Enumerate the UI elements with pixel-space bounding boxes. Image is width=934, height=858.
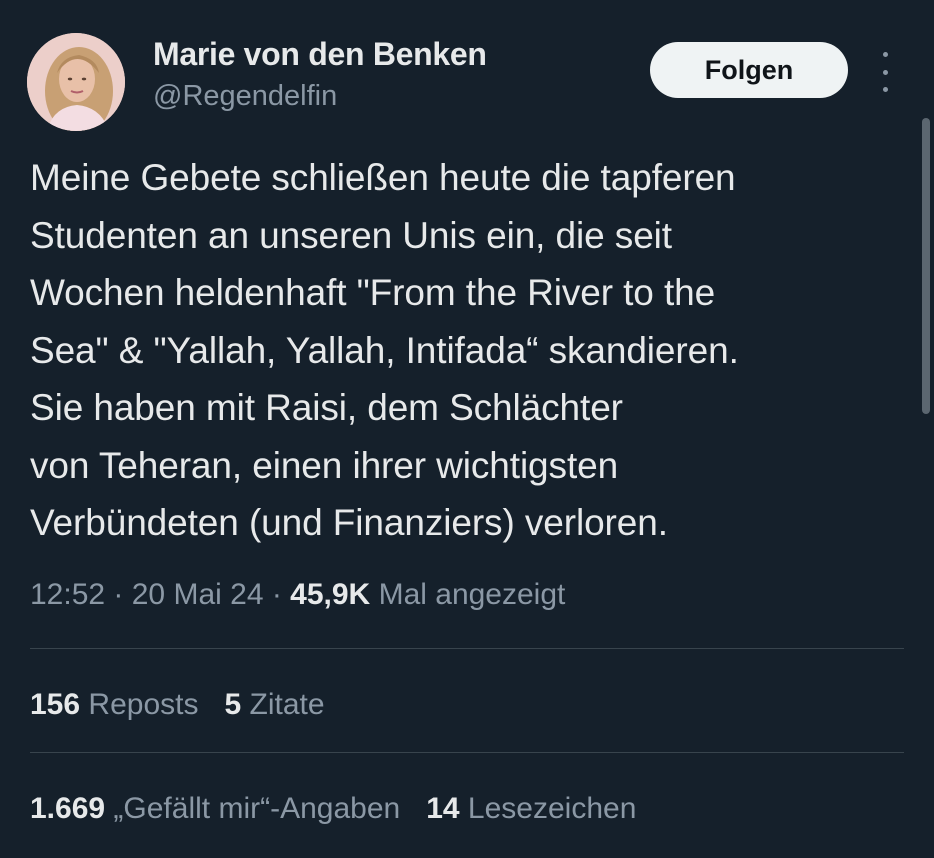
scrollbar[interactable] [922,118,930,414]
meta-separator: · [105,578,132,611]
tweet-date[interactable]: 20 Mai 24 [132,578,264,611]
more-dot [882,52,888,57]
bookmarks-link[interactable]: 14 Lesezeichen [426,792,636,825]
reposts-link[interactable]: 156 Reposts [30,688,198,721]
reposts-count: 156 [30,688,81,721]
divider [30,752,904,753]
quotes-link[interactable]: 5 Zitate [224,688,324,721]
author-display-name[interactable]: Marie von den Benken [153,36,487,73]
bookmarks-label: Lesezeichen [467,792,637,825]
like-stats: 1.669 „Gefällt mir“-Angaben 14 Lesezeiche… [30,792,636,826]
avatar-image [27,33,125,131]
follow-button[interactable]: Folgen [650,42,848,98]
author-handle[interactable]: @Regendelfin [153,80,337,113]
meta-separator: · [263,578,291,611]
more-vertical-icon[interactable] [874,52,896,92]
author-avatar[interactable] [27,33,125,131]
likes-count: 1.669 [30,792,106,825]
tweet-card: Marie von den Benken @Regendelfin Folgen… [0,0,934,858]
views-label: Mal angezeigt [378,578,566,611]
views-count: 45,9K [290,578,371,611]
divider [30,648,904,649]
repost-stats: 156 Reposts 5 Zitate [30,688,325,722]
quotes-label: Zitate [249,688,325,721]
bookmarks-count: 14 [426,792,460,825]
tweet-text: Meine Gebete schließen heute die tapfere… [30,157,739,543]
likes-label: „Gefällt mir“-Angaben [113,792,401,825]
reposts-label: Reposts [88,688,199,721]
more-dot [882,87,888,92]
tweet-meta: 12:52 · 20 Mai 24 · 45,9K Mal angezeigt [30,578,565,612]
more-dot [882,69,888,75]
quotes-count: 5 [224,688,242,721]
tweet-time[interactable]: 12:52 [30,578,105,611]
likes-link[interactable]: 1.669 „Gefällt mir“-Angaben [30,792,400,825]
